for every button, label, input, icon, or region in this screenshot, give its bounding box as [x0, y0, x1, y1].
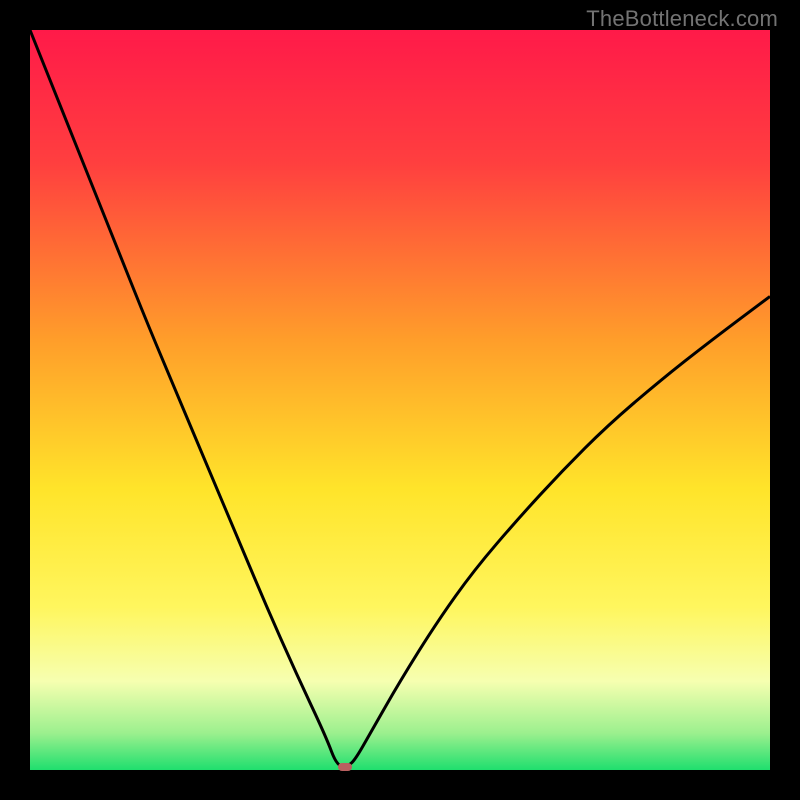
curve-path: [30, 30, 770, 766]
notch-marker: [338, 763, 352, 771]
chart-frame: TheBottleneck.com: [0, 0, 800, 800]
bottleneck-curve: [30, 30, 770, 770]
watermark-text: TheBottleneck.com: [586, 6, 778, 32]
